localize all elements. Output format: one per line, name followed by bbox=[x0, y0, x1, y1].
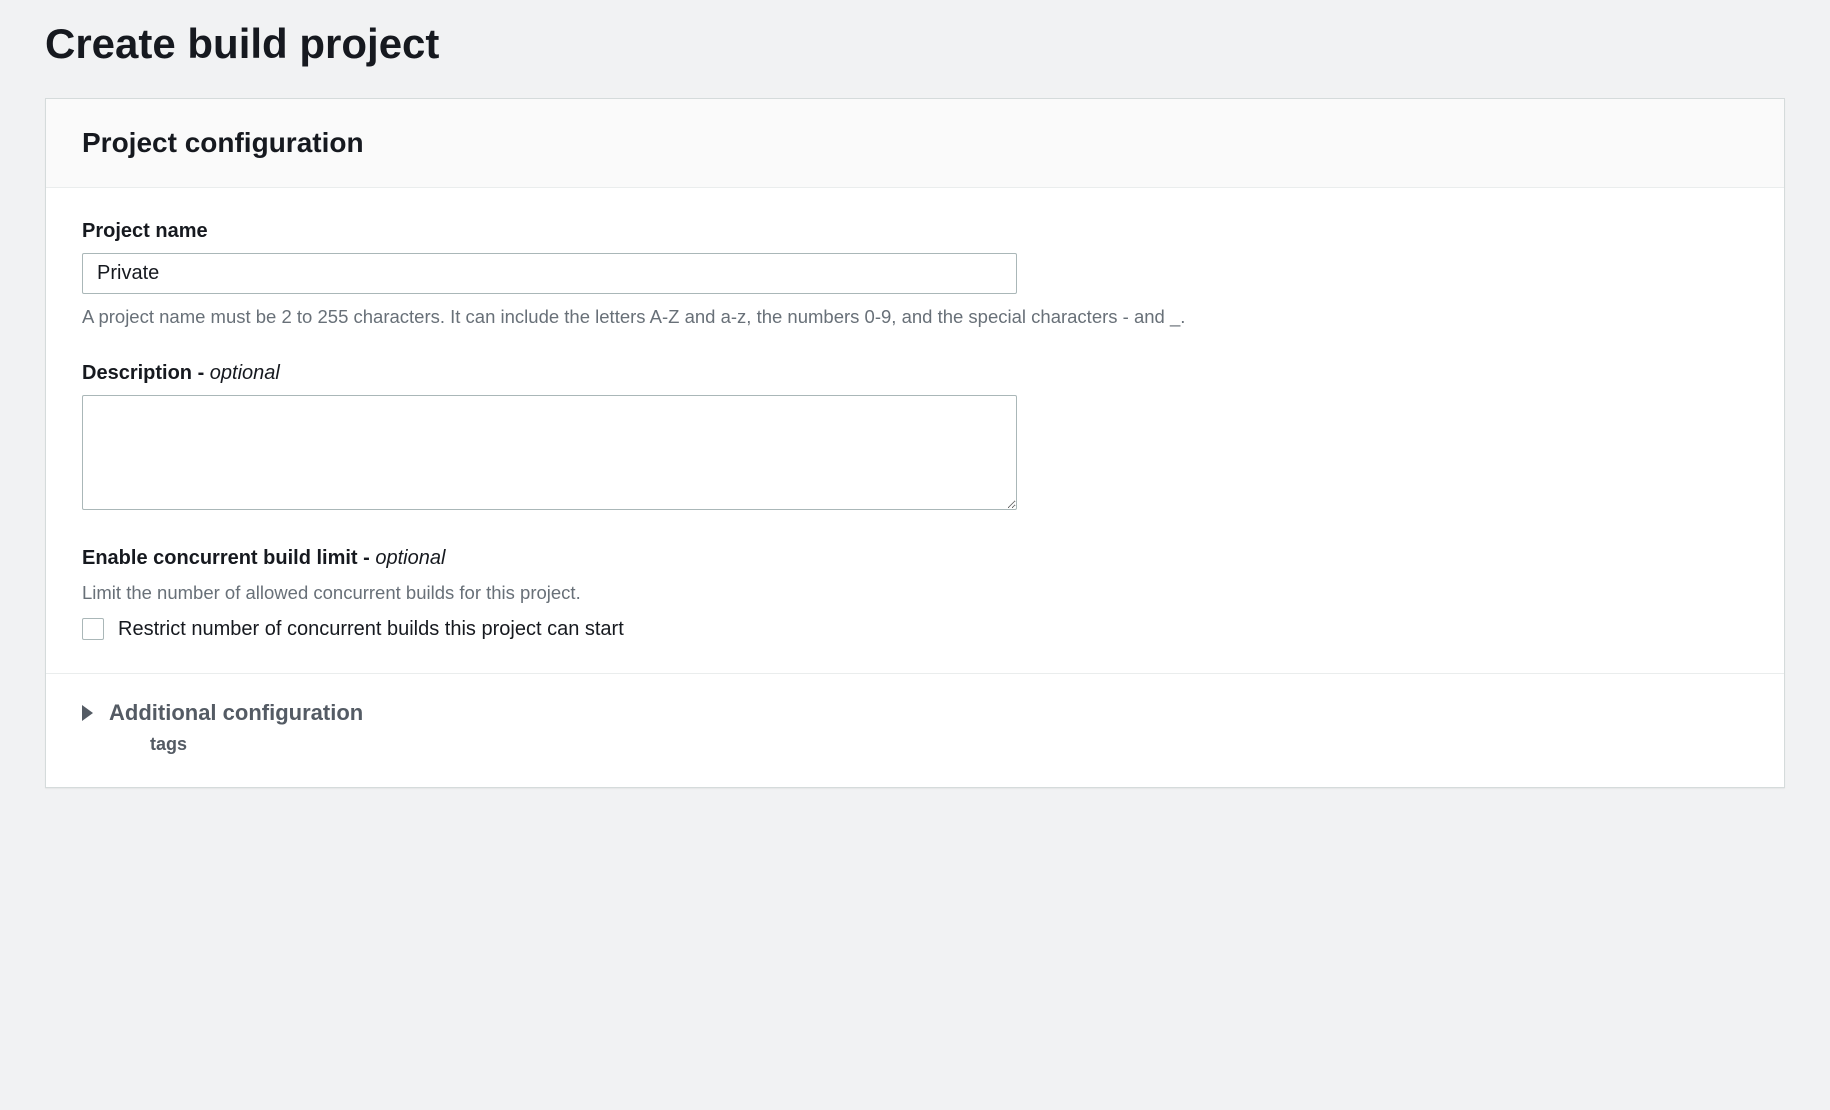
concurrent-limit-label-main: Enable concurrent build limit - bbox=[82, 547, 375, 569]
project-configuration-panel: Project configuration Project name A pro… bbox=[45, 98, 1785, 788]
panel-body: Project name A project name must be 2 to… bbox=[46, 188, 1784, 673]
description-label-optional: optional bbox=[210, 362, 280, 384]
additional-configuration-expander[interactable]: Additional configuration bbox=[82, 700, 1748, 726]
additional-configuration-title: Additional configuration bbox=[109, 700, 363, 726]
panel-heading: Project configuration bbox=[82, 127, 1748, 159]
project-name-help: A project name must be 2 to 255 characte… bbox=[82, 304, 1748, 330]
caret-right-icon bbox=[82, 705, 93, 721]
project-name-label: Project name bbox=[82, 220, 1748, 243]
restrict-concurrent-checkbox[interactable] bbox=[82, 618, 104, 640]
concurrent-limit-label: Enable concurrent build limit - optional bbox=[82, 547, 1748, 570]
project-name-group: Project name A project name must be 2 to… bbox=[82, 220, 1748, 330]
description-textarea[interactable] bbox=[82, 395, 1017, 510]
concurrent-checkbox-row: Restrict number of concurrent builds thi… bbox=[82, 618, 1748, 641]
panel-header: Project configuration bbox=[46, 99, 1784, 188]
panel-footer: Additional configuration tags bbox=[46, 673, 1784, 787]
project-name-input[interactable] bbox=[82, 253, 1017, 294]
concurrent-limit-group: Enable concurrent build limit - optional… bbox=[82, 547, 1748, 641]
restrict-concurrent-checkbox-label[interactable]: Restrict number of concurrent builds thi… bbox=[118, 618, 624, 641]
additional-configuration-subtitle: tags bbox=[150, 734, 1748, 755]
description-label: Description - optional bbox=[82, 362, 1748, 385]
description-label-main: Description - bbox=[82, 362, 210, 384]
page-title: Create build project bbox=[45, 20, 1785, 68]
description-group: Description - optional bbox=[82, 362, 1748, 515]
concurrent-limit-help: Limit the number of allowed concurrent b… bbox=[82, 580, 1748, 606]
concurrent-limit-label-optional: optional bbox=[375, 547, 445, 569]
